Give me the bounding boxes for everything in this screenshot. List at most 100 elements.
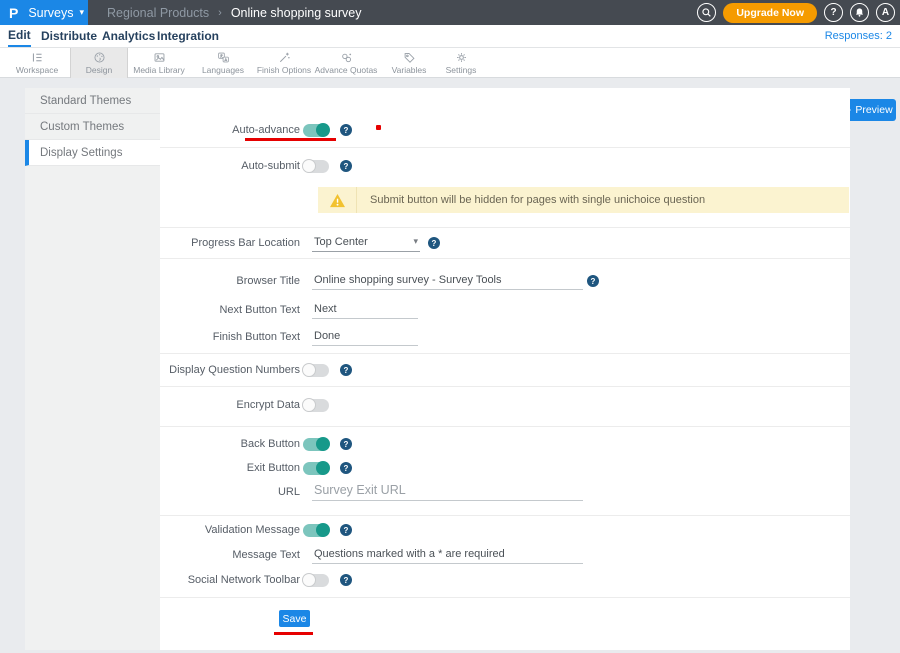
auto-submit-help-icon[interactable]	[340, 160, 352, 172]
auto-advance-toggle[interactable]	[303, 124, 329, 137]
exit-url-row: URL	[160, 482, 850, 502]
search-icon[interactable]	[697, 3, 716, 22]
progress-bar-location-row: Progress Bar Location Top Center	[160, 233, 850, 253]
design-palette-icon	[93, 51, 106, 64]
tab-integration[interactable]: Integration	[157, 25, 219, 47]
notifications-bell-icon[interactable]	[850, 3, 869, 22]
help-icon[interactable]: ?	[824, 3, 843, 22]
toolbar-settings-label: Settings	[446, 65, 477, 75]
toolbar-variables-label: Variables	[392, 65, 427, 75]
toolbar-settings-button[interactable]: Settings	[432, 48, 490, 78]
top-header: P Surveys ▾ Regional Products › Online s…	[0, 0, 900, 25]
next-button-text-label: Next Button Text	[160, 304, 300, 316]
warning-divider	[356, 187, 357, 213]
divider	[160, 386, 850, 387]
divider	[160, 597, 850, 598]
exit-button-toggle[interactable]	[303, 462, 329, 475]
encrypt-data-label: Encrypt Data	[160, 399, 300, 411]
progress-bar-location-help-icon[interactable]	[428, 237, 440, 249]
display-settings-panel: Auto-advance Auto-submit Submit button w…	[160, 88, 850, 650]
variables-tag-icon	[403, 51, 416, 64]
toggle-knob	[302, 363, 316, 377]
preview-label: Preview	[855, 104, 892, 116]
back-button-toggle[interactable]	[303, 438, 329, 451]
red-underline-annotation	[274, 632, 313, 635]
social-network-toolbar-help-icon[interactable]	[340, 574, 352, 586]
product-menu[interactable]: P Surveys ▾	[0, 0, 88, 25]
display-question-numbers-help-icon[interactable]	[340, 364, 352, 376]
auto-advance-label: Auto-advance	[160, 124, 300, 136]
warning-text: Submit button will be hidden for pages w…	[370, 194, 705, 206]
validation-message-label: Validation Message	[160, 524, 300, 536]
auto-advance-row: Auto-advance	[160, 120, 850, 140]
save-button[interactable]: Save	[279, 610, 310, 627]
workspace-icon	[31, 51, 44, 64]
progress-bar-location-select[interactable]: Top Center	[312, 234, 420, 252]
validation-message-row: Validation Message	[160, 520, 850, 540]
toolbar-design-button[interactable]: Design	[70, 48, 128, 78]
toggle-knob	[316, 523, 330, 537]
breadcrumb-parent[interactable]: Regional Products	[107, 6, 209, 20]
responses-count[interactable]: Responses: 2	[825, 25, 892, 47]
browser-title-help-icon[interactable]	[587, 275, 599, 287]
media-library-icon	[153, 51, 166, 64]
finish-button-text-input[interactable]	[312, 328, 418, 346]
divider	[160, 147, 850, 148]
back-button-help-icon[interactable]	[340, 438, 352, 450]
display-question-numbers-label: Display Question Numbers	[160, 364, 300, 376]
exit-url-input[interactable]	[312, 483, 583, 501]
breadcrumb-separator-icon: ›	[218, 7, 222, 19]
exit-button-row: Exit Button	[160, 458, 850, 478]
header-actions: Upgrade Now ? A	[697, 0, 895, 25]
toolbar-workspace-label: Workspace	[16, 65, 58, 75]
toolbar-finish-options-button[interactable]: Finish Options	[255, 48, 313, 78]
toggle-knob	[302, 573, 316, 587]
account-avatar[interactable]: A	[876, 3, 895, 22]
tab-edit[interactable]: Edit	[8, 25, 31, 47]
browser-title-input[interactable]	[312, 272, 583, 290]
social-network-toolbar-row: Social Network Toolbar	[160, 570, 850, 590]
auto-submit-toggle[interactable]	[303, 160, 329, 173]
divider	[160, 426, 850, 427]
upgrade-now-button[interactable]: Upgrade Now	[723, 3, 817, 23]
sidebar-item-standard-themes[interactable]: Standard Themes	[25, 88, 160, 114]
toolbar-variables-button[interactable]: Variables	[380, 48, 438, 78]
validation-message-help-icon[interactable]	[340, 524, 352, 536]
tab-distribute[interactable]: Distribute	[41, 25, 97, 47]
sidebar-item-custom-themes[interactable]: Custom Themes	[25, 114, 160, 140]
back-button-row: Back Button	[160, 434, 850, 454]
toolbar-languages-label: Languages	[202, 65, 244, 75]
product-menu-label: Surveys	[28, 6, 73, 20]
toolbar-workspace-button[interactable]: Workspace	[8, 48, 66, 78]
toolbar-languages-button[interactable]: Languages	[194, 48, 252, 78]
sidebar-item-display-settings[interactable]: Display Settings	[25, 140, 160, 166]
next-button-text-input[interactable]	[312, 301, 418, 319]
divider	[160, 353, 850, 354]
social-network-toolbar-label: Social Network Toolbar	[160, 574, 300, 586]
progress-bar-location-label: Progress Bar Location	[160, 237, 300, 249]
chevron-down-icon: ▾	[80, 7, 85, 18]
toggle-knob	[302, 159, 316, 173]
toolbar-media-library-button[interactable]: Media Library	[130, 48, 188, 78]
toolbar-advance-quotas-button[interactable]: Advance Quotas	[317, 48, 375, 78]
toolbar-design-label: Design	[86, 65, 112, 75]
display-question-numbers-toggle[interactable]	[303, 364, 329, 377]
exit-button-help-icon[interactable]	[340, 462, 352, 474]
display-question-numbers-row: Display Question Numbers	[160, 360, 850, 380]
message-text-input[interactable]	[312, 546, 583, 564]
finish-button-text-row: Finish Button Text	[160, 327, 850, 347]
social-network-toolbar-toggle[interactable]	[303, 574, 329, 587]
auto-advance-help-icon[interactable]	[340, 124, 352, 136]
validation-message-toggle[interactable]	[303, 524, 329, 537]
advance-quotas-links-icon	[340, 51, 353, 64]
tab-analytics[interactable]: Analytics	[102, 25, 155, 47]
encrypt-data-toggle[interactable]	[303, 399, 329, 412]
back-button-label: Back Button	[160, 438, 300, 450]
questionpro-logo-icon: P	[9, 5, 18, 21]
divider	[160, 258, 850, 259]
toolbar-media-library-label: Media Library	[133, 65, 185, 75]
exit-button-label: Exit Button	[160, 462, 300, 474]
exit-url-label: URL	[160, 486, 300, 498]
red-underline-annotation	[245, 138, 336, 141]
auto-submit-label: Auto-submit	[160, 160, 300, 172]
